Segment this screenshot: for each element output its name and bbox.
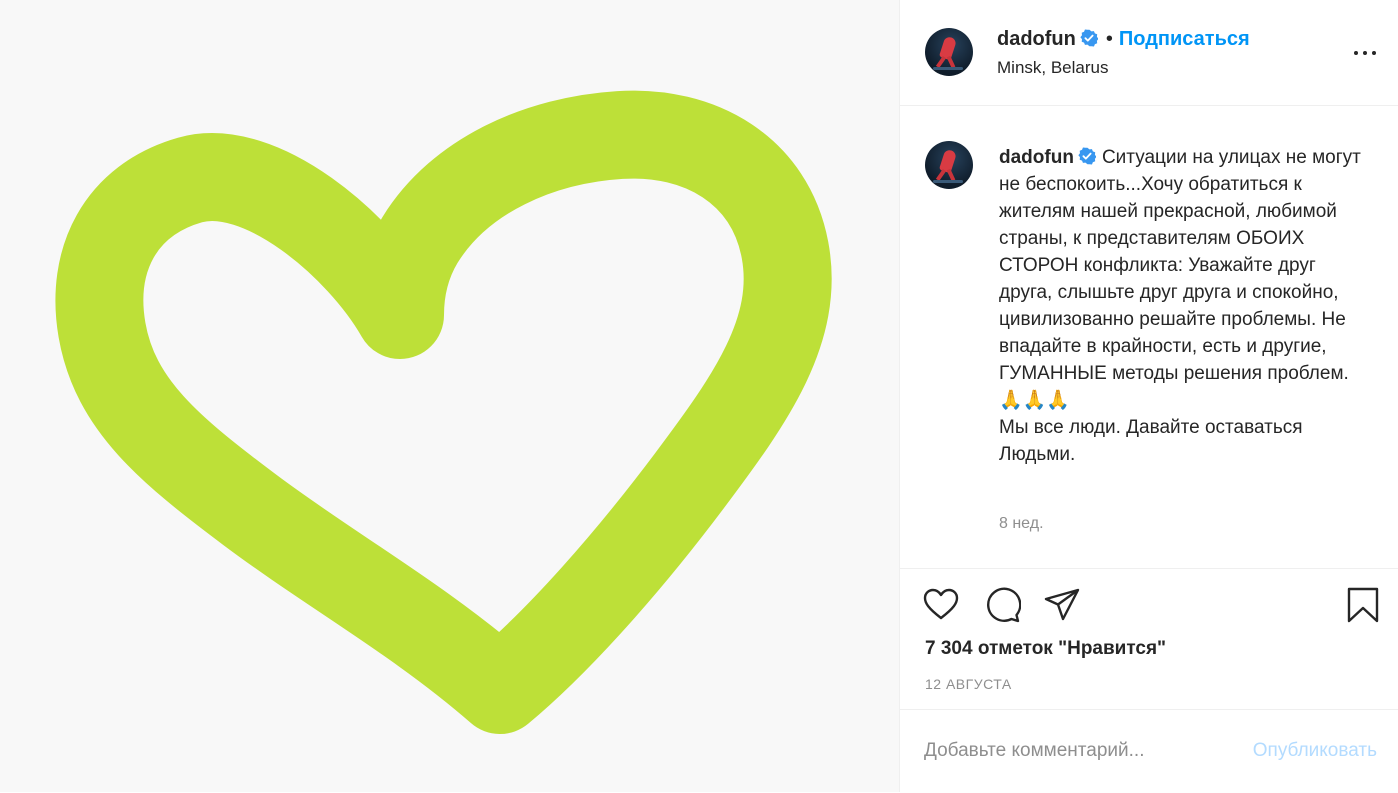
comment-icon[interactable] xyxy=(983,586,1021,624)
username-link[interactable]: dadofun xyxy=(997,28,1076,50)
likes-count[interactable]: 7 304 отметок "Нравится" xyxy=(925,638,1166,660)
follow-button[interactable]: Подписаться xyxy=(1119,28,1250,50)
paper-plane-icon[interactable] xyxy=(1043,586,1081,624)
comment-input[interactable] xyxy=(924,740,1214,762)
header-user-line: dadofun • Подписаться xyxy=(997,28,1250,51)
avatar[interactable] xyxy=(925,28,973,76)
verified-badge-icon xyxy=(1078,147,1096,165)
location-link[interactable]: Minsk, Belarus xyxy=(997,58,1108,78)
caption-username[interactable]: dadofun xyxy=(999,147,1074,168)
post-header: dadofun • Подписаться Minsk, Belarus xyxy=(900,0,1398,106)
heart-stroke xyxy=(55,90,832,734)
heart-icon[interactable] xyxy=(922,586,960,624)
heart-drawing xyxy=(55,90,832,734)
publish-button[interactable]: Опубликовать xyxy=(1253,740,1377,762)
separator-dot: • xyxy=(1105,28,1113,50)
post-image[interactable] xyxy=(0,0,899,792)
post-side-panel: dadofun • Подписаться Minsk, Belarus dadof… xyxy=(899,0,1398,792)
comment-bar: Опубликовать xyxy=(900,709,1398,793)
caption-text: Ситуации на улицах не могут не беспокоит… xyxy=(999,147,1361,465)
caption-section: dadofun Ситуации на улицах не могут не бе… xyxy=(900,106,1398,569)
action-bar xyxy=(900,569,1398,641)
bookmark-icon[interactable] xyxy=(1344,586,1382,624)
instagram-post: dadofun • Подписаться Minsk, Belarus dadof… xyxy=(0,0,1398,792)
caption: dadofun Ситуации на улицах не могут не бе… xyxy=(999,144,1374,468)
verified-badge-icon xyxy=(1080,29,1098,47)
caption-avatar[interactable] xyxy=(925,141,973,189)
post-date[interactable]: 12 АВГУСТА xyxy=(925,676,1012,692)
more-horizontal-icon[interactable] xyxy=(1352,40,1378,66)
time-ago[interactable]: 8 нед. xyxy=(999,515,1044,533)
